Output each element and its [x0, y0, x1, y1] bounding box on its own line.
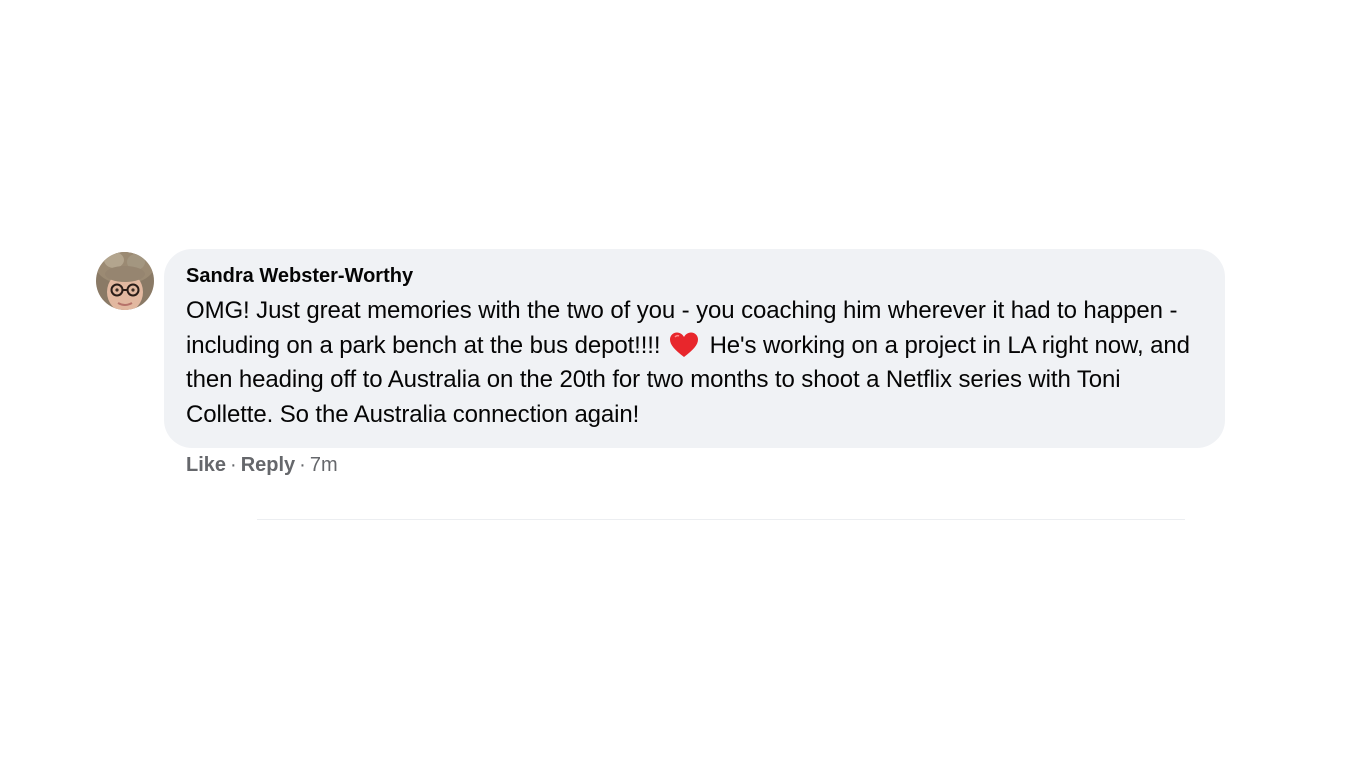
like-button[interactable]: Like: [186, 454, 226, 476]
comment-actions: Like · Reply · 7m: [186, 454, 1225, 476]
reply-button[interactable]: Reply: [241, 454, 295, 476]
heart-icon: [669, 332, 698, 357]
comment: Sandra Webster-Worthy OMG! Just great me…: [96, 249, 1225, 476]
comment-bubble: Sandra Webster-Worthy OMG! Just great me…: [164, 249, 1225, 448]
comment-text: OMG! Just great memories with the two of…: [186, 294, 1203, 432]
comment-timestamp[interactable]: 7m: [310, 454, 338, 476]
avatar-image: [96, 252, 154, 310]
divider: [257, 519, 1185, 520]
separator-dot: ·: [230, 454, 237, 476]
avatar[interactable]: [96, 252, 154, 310]
separator-dot: ·: [299, 454, 306, 476]
comment-author[interactable]: Sandra Webster-Worthy: [186, 263, 1203, 289]
comment-content: Sandra Webster-Worthy OMG! Just great me…: [164, 249, 1225, 476]
